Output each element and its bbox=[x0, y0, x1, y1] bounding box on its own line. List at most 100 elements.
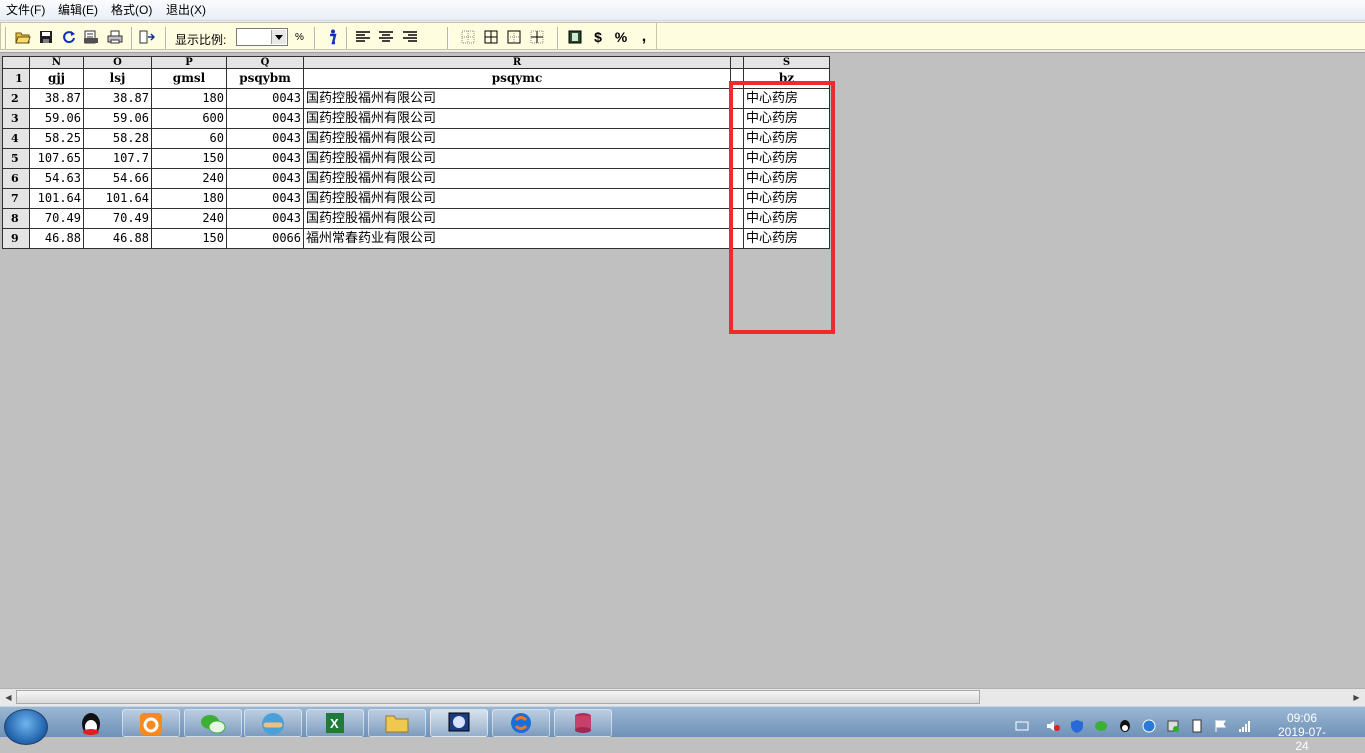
cell-lsj[interactable]: 54.66 bbox=[83, 168, 152, 189]
wechat-tray-icon[interactable] bbox=[1094, 719, 1108, 733]
cell-bz[interactable]: 中心药房 bbox=[743, 108, 830, 129]
row-header[interactable]: 8 bbox=[2, 208, 30, 229]
scroll-left-icon[interactable]: ◀ bbox=[1, 690, 16, 705]
info-icon[interactable] bbox=[323, 28, 341, 46]
keyboard-icon[interactable] bbox=[1015, 719, 1029, 733]
field-cell[interactable]: gmsl bbox=[151, 68, 227, 89]
cell-bz[interactable]: 中心药房 bbox=[743, 228, 830, 249]
field-cell[interactable]: lsj bbox=[83, 68, 152, 89]
border-inner-icon[interactable] bbox=[528, 28, 546, 46]
comma-icon[interactable]: , bbox=[635, 28, 653, 46]
row-header[interactable]: 3 bbox=[2, 108, 30, 129]
action-center-flag-icon[interactable] bbox=[1214, 719, 1228, 733]
cell-lsj[interactable]: 59.06 bbox=[83, 108, 152, 129]
save-icon[interactable] bbox=[37, 28, 55, 46]
cell-psqybm[interactable]: 0043 bbox=[226, 148, 304, 169]
start-button-icon[interactable] bbox=[4, 709, 48, 745]
cell-bz[interactable]: 中心药房 bbox=[743, 208, 830, 229]
row-header[interactable]: 4 bbox=[2, 128, 30, 149]
cell-psqymc[interactable]: 国药控股福州有限公司 bbox=[303, 148, 731, 169]
export-icon[interactable] bbox=[138, 28, 156, 46]
row-header[interactable]: 5 bbox=[2, 148, 30, 169]
cell-gjj[interactable]: 54.63 bbox=[29, 168, 84, 189]
row-header[interactable]: 1 bbox=[2, 68, 30, 89]
border-all-icon[interactable] bbox=[482, 28, 500, 46]
field-cell[interactable]: psqybm bbox=[226, 68, 304, 89]
field-cell[interactable]: gjj bbox=[29, 68, 84, 89]
open-icon[interactable] bbox=[14, 28, 32, 46]
cell-gmsl[interactable]: 150 bbox=[151, 148, 227, 169]
cell-psqybm[interactable]: 0043 bbox=[226, 188, 304, 209]
cell-lsj[interactable]: 46.88 bbox=[83, 228, 152, 249]
cell-bz[interactable]: 中心药房 bbox=[743, 88, 830, 109]
cell-gmsl[interactable]: 240 bbox=[151, 208, 227, 229]
cell-psqymc[interactable]: 国药控股福州有限公司 bbox=[303, 88, 731, 109]
field-cell[interactable]: bz bbox=[743, 68, 830, 89]
cell-psqymc[interactable]: 国药控股福州有限公司 bbox=[303, 188, 731, 209]
cell-lsj[interactable]: 101.64 bbox=[83, 188, 152, 209]
menu-file[interactable]: 文件(F) bbox=[6, 3, 45, 17]
qq-tray-icon[interactable] bbox=[1118, 719, 1132, 733]
signal-bars-icon[interactable] bbox=[1238, 719, 1252, 733]
cell-psqymc[interactable]: 国药控股福州有限公司 bbox=[303, 208, 731, 229]
print-icon[interactable] bbox=[106, 28, 124, 46]
row-header[interactable]: 7 bbox=[2, 188, 30, 209]
qq-icon[interactable] bbox=[62, 709, 120, 737]
cell-gmsl[interactable]: 180 bbox=[151, 88, 227, 109]
cell-psqybm[interactable]: 0043 bbox=[226, 128, 304, 149]
cell-psqymc[interactable]: 福州常春药业有限公司 bbox=[303, 228, 731, 249]
zoom-select[interactable] bbox=[236, 28, 288, 46]
cell-psqybm[interactable]: 0043 bbox=[226, 88, 304, 109]
border-none-icon[interactable] bbox=[459, 28, 477, 46]
cell-gjj[interactable]: 107.65 bbox=[29, 148, 84, 169]
align-left-icon[interactable] bbox=[354, 28, 372, 46]
cell-psqybm[interactable]: 0043 bbox=[226, 168, 304, 189]
cell-lsj[interactable]: 38.87 bbox=[83, 88, 152, 109]
cell-psqybm[interactable]: 0043 bbox=[226, 108, 304, 129]
preview-icon[interactable] bbox=[82, 28, 100, 46]
handshake-app-icon[interactable] bbox=[244, 709, 302, 737]
cell-lsj[interactable]: 107.7 bbox=[83, 148, 152, 169]
cell-gjj[interactable]: 38.87 bbox=[29, 88, 84, 109]
folder-icon[interactable] bbox=[368, 709, 426, 737]
scroll-right-icon[interactable]: ▶ bbox=[1349, 690, 1364, 705]
refresh-icon[interactable] bbox=[60, 28, 78, 46]
mute-speaker-icon[interactable] bbox=[1046, 719, 1060, 733]
column-header-S[interactable]: S bbox=[743, 56, 830, 69]
column-header-N[interactable]: N bbox=[29, 56, 84, 69]
cell-psqybm[interactable]: 0066 bbox=[226, 228, 304, 249]
chevron-down-icon[interactable] bbox=[271, 30, 286, 44]
field-cell[interactable]: psqymc bbox=[303, 68, 731, 89]
menu-exit[interactable]: 退出(X) bbox=[166, 3, 206, 17]
cell-bz[interactable]: 中心药房 bbox=[743, 168, 830, 189]
cell-bz[interactable]: 中心药房 bbox=[743, 188, 830, 209]
cell-gmsl[interactable]: 180 bbox=[151, 188, 227, 209]
cell-gjj[interactable]: 59.06 bbox=[29, 108, 84, 129]
cell-bz[interactable]: 中心药房 bbox=[743, 128, 830, 149]
cell-gmsl[interactable]: 60 bbox=[151, 128, 227, 149]
border-outer-icon[interactable] bbox=[505, 28, 523, 46]
corner-cell[interactable] bbox=[2, 56, 30, 69]
column-header-P[interactable]: P bbox=[151, 56, 227, 69]
scroll-thumb[interactable] bbox=[16, 690, 980, 704]
uc-browser-icon[interactable] bbox=[122, 709, 180, 737]
sogou-icon[interactable] bbox=[492, 709, 550, 737]
row-header[interactable]: 9 bbox=[2, 228, 30, 249]
menu-format[interactable]: 格式(O) bbox=[111, 3, 152, 17]
sql-tool-icon[interactable] bbox=[430, 709, 488, 737]
row-header[interactable]: 6 bbox=[2, 168, 30, 189]
database-icon[interactable] bbox=[554, 709, 612, 737]
usb-device-icon[interactable] bbox=[1166, 719, 1180, 733]
column-header-O[interactable]: O bbox=[83, 56, 152, 69]
row-header[interactable]: 2 bbox=[2, 88, 30, 109]
align-right-icon[interactable] bbox=[401, 28, 419, 46]
cell-psqymc[interactable]: 国药控股福州有限公司 bbox=[303, 128, 731, 149]
network-globe-icon[interactable] bbox=[1142, 719, 1156, 733]
dollar-icon[interactable]: $ bbox=[589, 28, 607, 46]
cell-gjj[interactable]: 101.64 bbox=[29, 188, 84, 209]
cell-psqymc[interactable]: 国药控股福州有限公司 bbox=[303, 168, 731, 189]
cell-gmsl[interactable]: 600 bbox=[151, 108, 227, 129]
cell-gjj[interactable]: 70.49 bbox=[29, 208, 84, 229]
cell-gjj[interactable]: 58.25 bbox=[29, 128, 84, 149]
cell-gjj[interactable]: 46.88 bbox=[29, 228, 84, 249]
